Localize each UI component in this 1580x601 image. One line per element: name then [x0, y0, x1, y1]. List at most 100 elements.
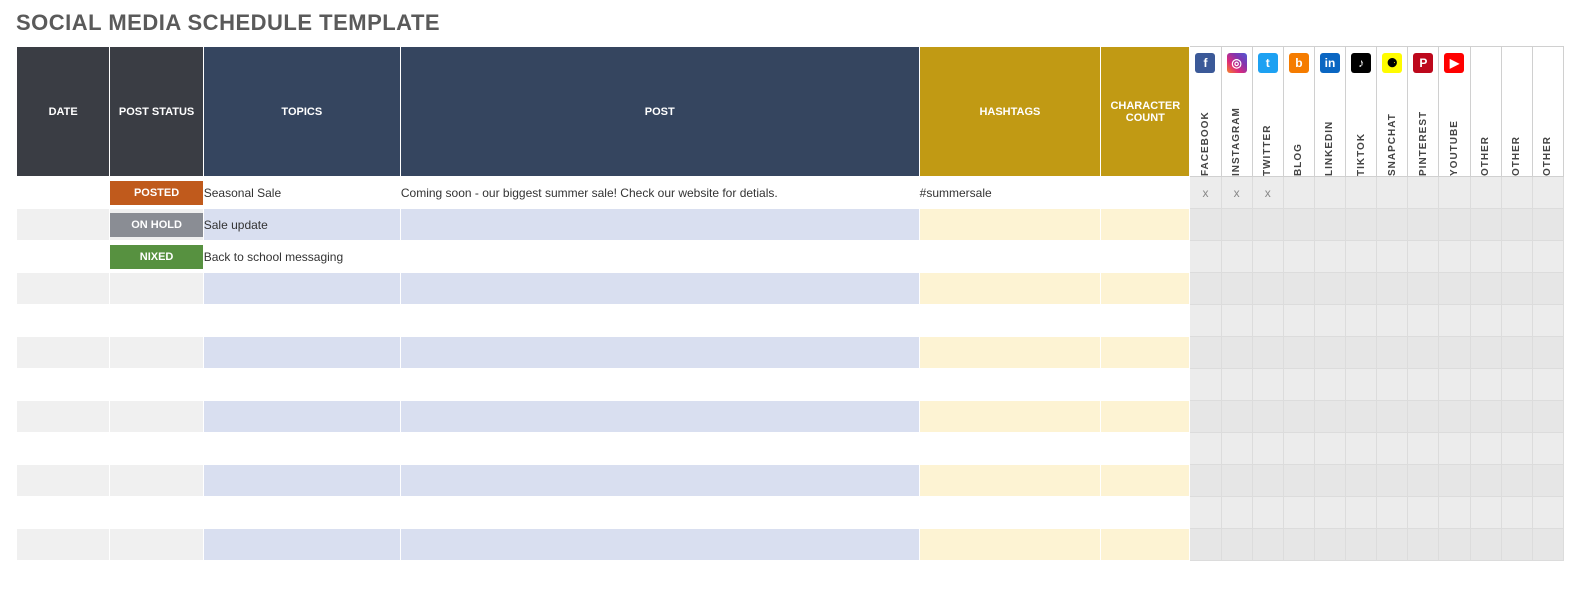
cell-social-other2[interactable] — [1501, 305, 1532, 337]
cell-topics[interactable] — [203, 305, 400, 337]
cell-social-other1[interactable] — [1470, 465, 1501, 497]
cell-social-youtube[interactable] — [1439, 337, 1470, 369]
cell-social-linkedin[interactable] — [1314, 529, 1345, 561]
cell-date[interactable] — [17, 529, 110, 561]
cell-character-count[interactable] — [1101, 529, 1190, 561]
cell-character-count[interactable] — [1101, 401, 1190, 433]
cell-date[interactable] — [17, 209, 110, 241]
cell-social-twitter[interactable]: x — [1252, 177, 1283, 209]
cell-post-status[interactable] — [110, 401, 203, 433]
cell-social-linkedin[interactable] — [1314, 433, 1345, 465]
cell-social-facebook[interactable]: x — [1190, 177, 1221, 209]
cell-character-count[interactable] — [1101, 209, 1190, 241]
cell-social-instagram[interactable] — [1221, 497, 1252, 529]
cell-post-status[interactable]: POSTED — [110, 177, 203, 209]
cell-social-pinterest[interactable] — [1408, 241, 1439, 273]
cell-social-twitter[interactable] — [1252, 337, 1283, 369]
cell-social-instagram[interactable] — [1221, 209, 1252, 241]
cell-social-facebook[interactable] — [1190, 273, 1221, 305]
cell-character-count[interactable] — [1101, 273, 1190, 305]
cell-post[interactable] — [400, 465, 919, 497]
cell-hashtags[interactable] — [919, 241, 1101, 273]
cell-date[interactable] — [17, 177, 110, 209]
cell-social-pinterest[interactable] — [1408, 369, 1439, 401]
cell-social-tiktok[interactable] — [1346, 497, 1377, 529]
cell-social-pinterest[interactable] — [1408, 177, 1439, 209]
cell-social-pinterest[interactable] — [1408, 209, 1439, 241]
cell-character-count[interactable] — [1101, 369, 1190, 401]
cell-social-twitter[interactable] — [1252, 529, 1283, 561]
cell-social-blog[interactable] — [1283, 401, 1314, 433]
cell-social-youtube[interactable] — [1439, 433, 1470, 465]
cell-social-tiktok[interactable] — [1346, 465, 1377, 497]
cell-social-youtube[interactable] — [1439, 241, 1470, 273]
cell-social-pinterest[interactable] — [1408, 273, 1439, 305]
cell-social-linkedin[interactable] — [1314, 177, 1345, 209]
cell-social-twitter[interactable] — [1252, 369, 1283, 401]
cell-social-instagram[interactable]: x — [1221, 177, 1252, 209]
cell-social-other1[interactable] — [1470, 177, 1501, 209]
cell-social-blog[interactable] — [1283, 369, 1314, 401]
cell-social-youtube[interactable] — [1439, 497, 1470, 529]
cell-social-linkedin[interactable] — [1314, 241, 1345, 273]
cell-social-tiktok[interactable] — [1346, 177, 1377, 209]
cell-social-blog[interactable] — [1283, 529, 1314, 561]
cell-social-other3[interactable] — [1532, 433, 1563, 465]
cell-post[interactable] — [400, 273, 919, 305]
cell-social-other1[interactable] — [1470, 337, 1501, 369]
cell-topics[interactable] — [203, 529, 400, 561]
cell-social-other2[interactable] — [1501, 497, 1532, 529]
cell-social-facebook[interactable] — [1190, 305, 1221, 337]
cell-character-count[interactable] — [1101, 433, 1190, 465]
cell-post[interactable]: Coming soon - our biggest summer sale! C… — [400, 177, 919, 209]
cell-social-other2[interactable] — [1501, 529, 1532, 561]
cell-date[interactable] — [17, 433, 110, 465]
cell-social-twitter[interactable] — [1252, 465, 1283, 497]
cell-social-tiktok[interactable] — [1346, 273, 1377, 305]
cell-social-blog[interactable] — [1283, 305, 1314, 337]
cell-social-tiktok[interactable] — [1346, 337, 1377, 369]
cell-date[interactable] — [17, 369, 110, 401]
cell-social-other1[interactable] — [1470, 401, 1501, 433]
cell-social-instagram[interactable] — [1221, 305, 1252, 337]
cell-social-blog[interactable] — [1283, 433, 1314, 465]
cell-social-pinterest[interactable] — [1408, 497, 1439, 529]
cell-social-linkedin[interactable] — [1314, 401, 1345, 433]
cell-post-status[interactable] — [110, 433, 203, 465]
cell-social-other3[interactable] — [1532, 465, 1563, 497]
cell-social-other1[interactable] — [1470, 273, 1501, 305]
cell-social-linkedin[interactable] — [1314, 337, 1345, 369]
cell-social-tiktok[interactable] — [1346, 305, 1377, 337]
cell-social-snapchat[interactable] — [1377, 177, 1408, 209]
cell-hashtags[interactable] — [919, 401, 1101, 433]
cell-post[interactable] — [400, 241, 919, 273]
cell-social-snapchat[interactable] — [1377, 209, 1408, 241]
cell-social-twitter[interactable] — [1252, 273, 1283, 305]
cell-date[interactable] — [17, 337, 110, 369]
cell-hashtags[interactable] — [919, 337, 1101, 369]
cell-social-other3[interactable] — [1532, 369, 1563, 401]
cell-social-blog[interactable] — [1283, 497, 1314, 529]
cell-post-status[interactable] — [110, 305, 203, 337]
cell-topics[interactable]: Sale update — [203, 209, 400, 241]
cell-character-count[interactable] — [1101, 177, 1190, 209]
cell-social-instagram[interactable] — [1221, 273, 1252, 305]
cell-topics[interactable] — [203, 337, 400, 369]
cell-topics[interactable] — [203, 465, 400, 497]
cell-social-youtube[interactable] — [1439, 465, 1470, 497]
cell-social-other3[interactable] — [1532, 401, 1563, 433]
cell-post[interactable] — [400, 209, 919, 241]
cell-hashtags[interactable] — [919, 209, 1101, 241]
cell-social-twitter[interactable] — [1252, 305, 1283, 337]
cell-social-other2[interactable] — [1501, 209, 1532, 241]
cell-post[interactable] — [400, 401, 919, 433]
cell-topics[interactable] — [203, 497, 400, 529]
cell-social-youtube[interactable] — [1439, 401, 1470, 433]
cell-social-facebook[interactable] — [1190, 497, 1221, 529]
cell-social-snapchat[interactable] — [1377, 433, 1408, 465]
cell-social-tiktok[interactable] — [1346, 241, 1377, 273]
cell-topics[interactable] — [203, 273, 400, 305]
cell-social-facebook[interactable] — [1190, 209, 1221, 241]
cell-social-other3[interactable] — [1532, 337, 1563, 369]
cell-social-youtube[interactable] — [1439, 209, 1470, 241]
